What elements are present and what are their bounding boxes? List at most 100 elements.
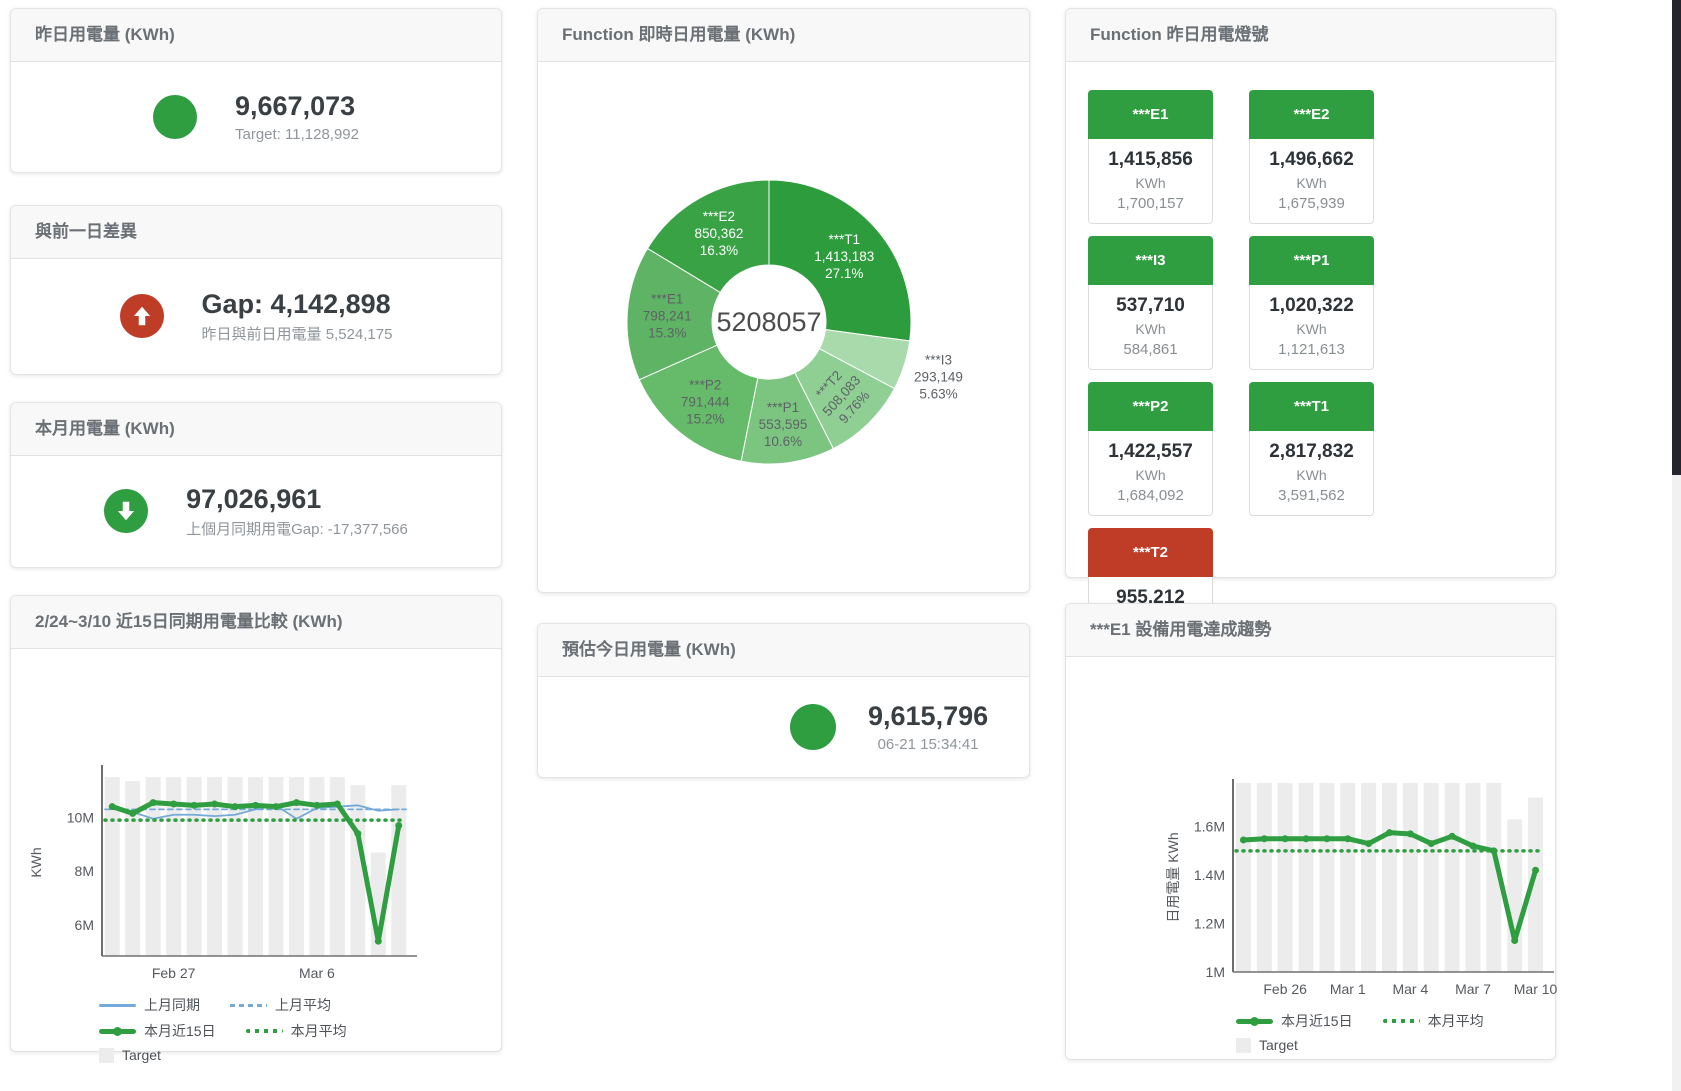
card-month-usage: 本月用電量 (KWh) 97,026,961 上個月同期用電Gap: -17,3… — [10, 402, 502, 568]
y-tick-label: 8M — [75, 863, 94, 879]
target-bar — [1403, 783, 1418, 972]
target-bar — [1507, 819, 1522, 972]
x-tick-label: Mar 4 — [1392, 981, 1428, 997]
series-point — [232, 803, 239, 810]
day-gap-value: Gap: 4,142,898 — [202, 288, 393, 322]
device-tile-value: 1,422,557 — [1089, 441, 1212, 463]
device-tile-unit: KWh — [1250, 175, 1373, 191]
y-tick-label: 1.4M — [1194, 867, 1225, 883]
device-tile-body: 1,020,322 KWh 1,121,613 — [1249, 285, 1374, 370]
series-point — [1323, 835, 1330, 842]
device-tile-body: 1,422,557KWh1,684,092 — [1088, 431, 1213, 516]
metric-today-estimate: 9,615,796 06-21 15:34:41 — [538, 677, 1029, 776]
device-tile-name: ***T1 — [1249, 382, 1374, 431]
x-tick-label: Feb 27 — [152, 965, 196, 981]
realtime-usage-donut-chart: ***T11,413,18327.1%***I3293,1495.63%***T… — [538, 62, 1029, 591]
device-tile: ***E11,415,856KWh1,700,157 — [1088, 90, 1213, 224]
legend-item[interactable]: 上月同期 — [99, 995, 200, 1015]
series-point — [1386, 829, 1393, 836]
arrow-up-circle-icon — [120, 294, 164, 338]
legend-dot-icon — [246, 1029, 283, 1033]
target-bar — [1319, 783, 1334, 972]
legend-label: Target — [1259, 1037, 1298, 1053]
month-value: 97,026,961 — [186, 483, 408, 517]
series-point — [293, 799, 300, 806]
series-point — [1240, 836, 1247, 843]
device-tile-unit: KWh — [1250, 321, 1373, 337]
device-tile-value: 537,710 — [1089, 295, 1212, 317]
legend-sq-icon — [1236, 1038, 1251, 1053]
device-tile: ***T12,817,832KWh3,591,562 — [1249, 382, 1374, 516]
device-tile-body: 2,817,832KWh3,591,562 — [1249, 431, 1374, 516]
day-gap-subtext: 昨日與前日用電量 5,524,175 — [202, 323, 393, 344]
estimate-timestamp: 06-21 15:34:41 — [868, 736, 988, 753]
device-tile: ***P21,422,557KWh1,684,092 — [1088, 382, 1213, 516]
y-axis-label: KWh — [28, 847, 44, 877]
series-point — [1282, 835, 1289, 842]
device-tile-name: ***T2 — [1088, 528, 1213, 577]
metric-yesterday: 9,667,073 Target: 11,128,992 — [11, 62, 501, 171]
y-tick-label: 1.2M — [1194, 916, 1225, 932]
device-tile-value: 1,020,322 — [1250, 295, 1373, 317]
target-bar — [1424, 783, 1439, 972]
device-tile-target: 1,675,939 — [1250, 195, 1373, 212]
x-tick-label: Mar 7 — [1455, 981, 1491, 997]
device-tile-name: ***I3 — [1088, 236, 1213, 285]
card-realtime-usage-donut: Function 即時日用電量 (KWh) ***T11,413,18327.1… — [537, 8, 1030, 593]
y-tick-label: 1.6M — [1194, 819, 1225, 835]
card-e1-trend-chart: ***E1 設備用電達成趨勢 1M1.2M1.4M1.6MFeb 26Mar 1… — [1065, 603, 1556, 1060]
status-circle-green-icon — [790, 704, 836, 750]
legend-label: 上月同期 — [144, 995, 200, 1015]
legend-item[interactable]: 本月平均 — [1383, 1011, 1484, 1031]
device-tile-target: 1,121,613 — [1250, 341, 1373, 358]
series-point — [109, 803, 116, 810]
series-point — [1303, 835, 1310, 842]
device-tile-target: 584,861 — [1089, 341, 1212, 358]
donut-slice-label: ***I3293,1495.63% — [914, 352, 963, 401]
series-point — [272, 803, 279, 810]
yesterday-value: 9,667,073 — [235, 90, 359, 124]
target-bar — [1257, 783, 1272, 972]
target-bar — [1465, 783, 1480, 972]
target-bar — [1299, 783, 1314, 972]
card-title-yesterday: 昨日用電量 (KWh) — [11, 9, 501, 62]
legend-item[interactable]: Target — [99, 1047, 161, 1063]
legend-sq-icon — [99, 1048, 114, 1063]
device-tile-grid: ***E11,415,856KWh1,700,157***E21,496,662… — [1066, 62, 1555, 576]
page-scrollbar-thumb[interactable] — [1672, 0, 1681, 475]
target-bar — [1278, 783, 1293, 972]
series-point — [191, 802, 198, 809]
compare-line-chart: 6M8M10MFeb 27Mar 6KWh — [11, 649, 501, 987]
device-tile-value: 2,817,832 — [1250, 441, 1373, 463]
series-point — [1365, 840, 1372, 847]
device-tile-name: ***P2 — [1088, 382, 1213, 431]
card-15day-compare-chart: 2/24~3/10 近15日同期用電量比較 (KWh) 6M8M10MFeb 2… — [10, 595, 502, 1052]
legend-item[interactable]: 本月平均 — [246, 1021, 347, 1041]
x-tick-label: Mar 10 — [1514, 981, 1557, 997]
x-tick-label: Feb 26 — [1263, 981, 1307, 997]
card-title-yesterday-lights: Function 昨日用電燈號 — [1066, 9, 1555, 62]
legend-item[interactable]: 本月近15日 — [1236, 1011, 1353, 1031]
legend-label: 本月平均 — [1428, 1011, 1484, 1031]
card-title-e1-trend: ***E1 設備用電達成趨勢 — [1066, 604, 1555, 657]
y-tick-label: 6M — [75, 917, 94, 933]
legend-item[interactable]: Target — [1236, 1037, 1298, 1053]
card-today-estimate: 預估今日用電量 (KWh) 9,615,796 06-21 15:34:41 — [537, 623, 1030, 778]
series-point — [334, 800, 341, 807]
legend-label: 上月平均 — [275, 995, 331, 1015]
device-tile-body: 1,415,856KWh1,700,157 — [1088, 139, 1213, 224]
legend-item[interactable]: 上月平均 — [230, 995, 331, 1015]
series-point — [211, 800, 218, 807]
y-tick-label: 10M — [67, 809, 94, 825]
series-point — [1407, 830, 1414, 837]
card-yesterday-usage: 昨日用電量 (KWh) 9,667,073 Target: 11,128,992 — [10, 8, 502, 173]
month-gap-subtext: 上個月同期用電Gap: -17,377,566 — [186, 518, 408, 539]
device-tile-unit: KWh — [1089, 175, 1212, 191]
series-point — [1344, 835, 1351, 842]
card-title-day-gap: 與前一日差異 — [11, 206, 501, 259]
series-point — [395, 822, 402, 829]
legend-item[interactable]: 本月近15日 — [99, 1021, 216, 1041]
legend-thick-icon — [1236, 1019, 1273, 1024]
series-point — [1261, 835, 1268, 842]
series-point — [129, 810, 136, 817]
